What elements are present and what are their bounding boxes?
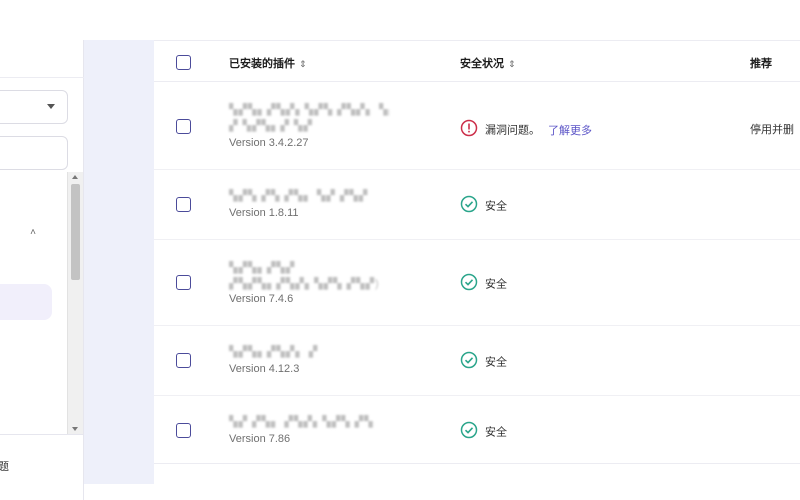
column-header-security-label: 安全状况	[460, 58, 504, 70]
table-row: ▚▞▚ ▞▚ ▞▚▖ ▚▞ ▞▚▞ Version 1.8.11 安全	[154, 169, 800, 240]
scroll-up-arrow-icon[interactable]	[72, 175, 78, 179]
row-checkbox[interactable]	[176, 423, 191, 438]
column-header-security[interactable]: 安全状况 ⇕	[460, 55, 516, 71]
top-bar	[0, 0, 800, 40]
sort-icon[interactable]: ⇕	[508, 59, 516, 69]
status-text: 漏洞问题。	[485, 124, 540, 137]
plugin-version: Version 1.8.11	[229, 207, 299, 219]
column-header-recommend: 推荐	[750, 58, 772, 70]
recommend-action[interactable]: 停用并删	[750, 121, 794, 137]
status-text: 安全	[485, 356, 507, 369]
row-checkbox[interactable]	[176, 275, 191, 290]
content-gutter	[84, 40, 154, 484]
table-row: ▚▞ ▞▚▖ ▞▚▞▖▚▞▚ ▞▚ Version 7.86 安全	[154, 395, 800, 463]
chevron-down-icon	[47, 104, 55, 109]
column-header-plugin[interactable]: 已安装的插件 ⇕	[229, 55, 307, 71]
filter-select[interactable]	[0, 90, 68, 124]
sidebar-bottom-divider	[0, 434, 84, 435]
plugin-name[interactable]: ▚▞▚▖▞▚▞▖▚▞▚ ▞▚▞▖ ▚▞▚ &	[229, 103, 389, 116]
row-checkbox[interactable]	[176, 197, 191, 212]
select-all-checkbox[interactable]	[176, 55, 191, 70]
security-status: 安全	[460, 351, 507, 372]
row-checkbox[interactable]	[176, 119, 191, 134]
check-circle-icon	[460, 421, 478, 442]
plugins-table: 已安装的插件 ⇕ 安全状况 ⇕ 推荐 ▚▞▚▖▞▚▞▖▚▞▚ ▞▚▞▖ ▚▞▚ & …	[154, 40, 800, 464]
plugin-name-line2: ▞ ▚▞▚▖▞ ▚▞	[229, 120, 313, 132]
table-row: ▚▞▚▖▞▚▞▖ ▞ Version 4.12.3 安全	[154, 325, 800, 396]
plugin-version: Version 7.86	[229, 433, 291, 445]
table-row: ▚▞▚▖▞▚▞ ▞▚▞▚▖▞▚▞▖▚▞▚ ▞▚▞) Version 7.4.6 …	[154, 239, 800, 326]
filter-search-input[interactable]	[0, 136, 68, 170]
security-status: 安全	[460, 421, 507, 442]
sort-icon[interactable]: ⇕	[299, 59, 307, 69]
check-circle-icon	[460, 195, 478, 216]
security-status: 安全	[460, 273, 507, 294]
plugin-name[interactable]: ▚▞ ▞▚▖ ▞▚▞▖▚▞▚ ▞▚	[229, 415, 389, 428]
status-text: 安全	[485, 426, 507, 439]
sidebar-divider	[0, 77, 84, 78]
column-header-plugin-label: 已安装的插件	[229, 58, 295, 70]
sidebar-scrollbar[interactable]	[67, 172, 83, 434]
plugin-version: Version 3.4.2.27	[229, 137, 309, 149]
sidebar-bottom-label: 题	[0, 461, 9, 473]
row-checkbox[interactable]	[176, 353, 191, 368]
check-circle-icon	[460, 273, 478, 294]
table-row: ▚▞▚▖▞▚▞▖▚▞▚ ▞▚▞▖ ▚▞▚ & ▞ ▚▞▚▖▞ ▚▞ Versio…	[154, 81, 800, 170]
scrollbar-thumb[interactable]	[71, 184, 80, 280]
check-circle-icon	[460, 351, 478, 372]
learn-more-link[interactable]: 了解更多	[548, 125, 592, 137]
chevron-up-icon[interactable]: ˄	[28, 228, 38, 238]
warning-circle-icon	[460, 119, 478, 140]
status-text: 安全	[485, 278, 507, 291]
plugin-name[interactable]: ▚▞▚ ▞▚ ▞▚▖ ▚▞ ▞▚▞	[229, 189, 389, 202]
plugin-version: Version 4.12.3	[229, 363, 300, 375]
plugin-name[interactable]: ▚▞▚▖▞▚▞▖ ▞	[229, 345, 389, 358]
scroll-down-arrow-icon[interactable]	[72, 427, 78, 431]
status-text: 安全	[485, 200, 507, 213]
security-status: 安全	[460, 195, 507, 216]
page-bottom	[84, 484, 800, 500]
table-header: 已安装的插件 ⇕ 安全状况 ⇕ 推荐	[154, 41, 800, 82]
sidebar-active-item[interactable]	[0, 284, 52, 320]
security-status: 漏洞问题。 了解更多	[460, 119, 592, 140]
filter-sidebar: ˄ 题	[0, 40, 84, 500]
plugin-version: Version 7.4.6	[229, 293, 294, 305]
plugin-name[interactable]: ▚▞▚▖▞▚▞	[229, 261, 389, 274]
plugin-name-line2: ▞▚▞▚▖▞▚▞▖▚▞▚ ▞▚▞)	[229, 278, 380, 290]
